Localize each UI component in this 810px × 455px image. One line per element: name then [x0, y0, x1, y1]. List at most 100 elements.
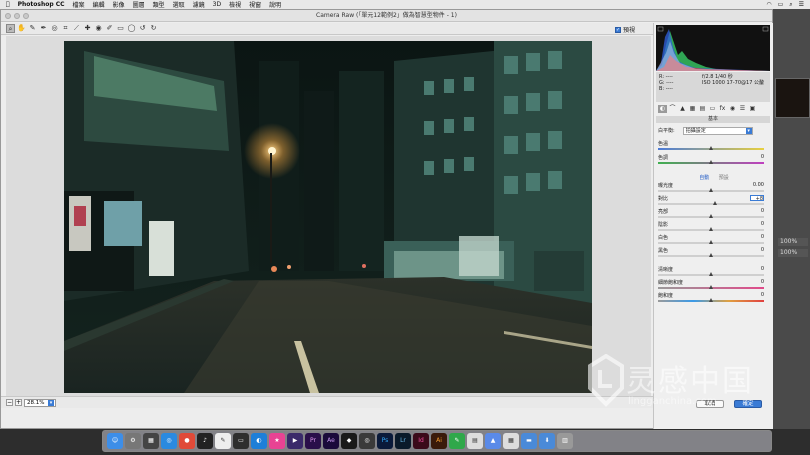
menu-list-icon[interactable]: ☰ [799, 1, 804, 8]
tab-basic-icon[interactable]: ◐ [658, 105, 667, 113]
menu-item-file[interactable]: 檔案 [73, 0, 85, 9]
tab-snapshots-icon[interactable]: ▣ [748, 105, 757, 113]
downloads-icon[interactable]: ⬇ [539, 433, 555, 449]
after-effects-icon[interactable]: Ae [323, 433, 339, 449]
premiere-icon[interactable]: Pr [305, 433, 321, 449]
photoshop-icon[interactable]: Ps [377, 433, 393, 449]
adjustment-brush-icon[interactable]: ✐ [105, 24, 114, 33]
slider-value-field[interactable]: 0 [750, 279, 764, 285]
video-app-icon[interactable]: ▶ [287, 433, 303, 449]
finder-icon[interactable]: ☺ [107, 433, 123, 449]
illustrator-icon[interactable]: Ai [431, 433, 447, 449]
slider-value-field[interactable]: 0 [750, 247, 764, 253]
folder-icon[interactable]: ▬ [521, 433, 537, 449]
slider-handle[interactable] [709, 285, 713, 289]
street-photo[interactable] [64, 41, 592, 393]
menu-item-view[interactable]: 檢視 [229, 0, 241, 9]
slider-value-field[interactable]: 0.00 [750, 182, 764, 188]
slider-value-field[interactable]: 0 [750, 266, 764, 272]
slider-value-field[interactable]: 0 [750, 292, 764, 298]
hand-tool-icon[interactable]: ✋ [17, 24, 26, 33]
launchpad-icon[interactable]: ▦ [143, 433, 159, 449]
star-app-icon[interactable]: ★ [269, 433, 285, 449]
zoom-in-button[interactable]: + [15, 399, 22, 406]
close-window-button[interactable] [5, 13, 11, 19]
slider-handle[interactable] [709, 214, 713, 218]
trash-icon[interactable]: ▥ [557, 433, 573, 449]
menu-item-select[interactable]: 選取 [173, 0, 185, 9]
safari-icon[interactable]: ◎ [161, 433, 177, 449]
slider-handle[interactable] [709, 298, 713, 302]
slider-handle[interactable] [709, 272, 713, 276]
slider-track[interactable] [658, 203, 764, 205]
tab-lens-icon[interactable]: ▭ [708, 105, 717, 113]
color-sampler-icon[interactable]: ✒ [39, 24, 48, 33]
textedit-icon[interactable]: ▦ [503, 433, 519, 449]
menu-item-edit[interactable]: 編輯 [93, 0, 105, 9]
slider-value-field[interactable]: 0 [750, 154, 764, 160]
battery-icon[interactable]: ▭ [778, 1, 784, 8]
lightroom-icon[interactable]: Lr [395, 433, 411, 449]
tab-detail-icon[interactable]: ▲ [678, 105, 687, 113]
slider-handle[interactable] [709, 240, 713, 244]
zoom-level-select[interactable]: 28.1% [24, 398, 56, 407]
graduated-filter-icon[interactable]: ▭ [116, 24, 125, 33]
spot-removal-icon[interactable]: ✚ [83, 24, 92, 33]
settings-icon[interactable]: ⚙ [125, 433, 141, 449]
terminal-icon[interactable]: ▭ [233, 433, 249, 449]
notes-icon[interactable]: ✎ [215, 433, 231, 449]
slider-value-field[interactable]: 0 [750, 208, 764, 214]
globe-icon[interactable]: ◐ [251, 433, 267, 449]
slider-value-field[interactable] [750, 140, 764, 146]
tab-effects-icon[interactable]: fx [718, 105, 727, 113]
radial-filter-icon[interactable]: ◯ [127, 24, 136, 33]
tab-camera-calibration-icon[interactable]: ◉ [728, 105, 737, 113]
slider-handle[interactable] [709, 253, 713, 257]
slider-handle[interactable] [709, 160, 713, 164]
indesign-icon[interactable]: Id [413, 433, 429, 449]
default-link[interactable]: 預設 [719, 175, 729, 181]
red-eye-icon[interactable]: ◉ [94, 24, 103, 33]
menu-item-3d[interactable]: 3D [213, 1, 221, 8]
keynote-icon[interactable]: ▲ [485, 433, 501, 449]
photo-app-icon[interactable]: ◎ [359, 433, 375, 449]
apple-icon[interactable]:  [6, 1, 10, 8]
slider-value-field[interactable]: 0 [750, 221, 764, 227]
menu-item-layer[interactable]: 圖層 [133, 0, 145, 9]
tab-split-toning-icon[interactable]: ▤ [698, 105, 707, 113]
white-balance-select[interactable]: 拍攝設定 [682, 126, 753, 135]
zoom-tool-icon[interactable]: ⌕ [6, 24, 15, 33]
slider-value-field[interactable]: +8 [750, 195, 764, 202]
slider-value-field[interactable]: 0 [750, 234, 764, 240]
crop-tool-icon[interactable]: ⌗ [61, 24, 70, 33]
slider-handle[interactable] [709, 188, 713, 192]
menu-item-image[interactable]: 影像 [113, 0, 125, 9]
tab-hsl-icon[interactable]: ▦ [688, 105, 697, 113]
rotate-left-icon[interactable]: ↺ [138, 24, 147, 33]
menu-item-type[interactable]: 類型 [153, 0, 165, 9]
workspace-thumbnail[interactable] [775, 78, 810, 118]
wifi-icon[interactable]: ◠ [766, 1, 771, 8]
preview-icon[interactable]: ▤ [467, 433, 483, 449]
music-icon[interactable]: ♪ [197, 433, 213, 449]
auto-link[interactable]: 自動 [699, 175, 709, 181]
menu-item-help[interactable]: 說明 [269, 0, 281, 9]
evernote-icon[interactable]: ✎ [449, 433, 465, 449]
tab-tone-curve-icon[interactable]: ⌒ [668, 105, 677, 113]
preview-checkbox[interactable]: ✓ 預視 [615, 25, 635, 34]
white-balance-tool-icon[interactable]: ✎ [28, 24, 37, 33]
zoom-out-button[interactable]: − [6, 399, 13, 406]
chrome-icon[interactable]: ● [179, 433, 195, 449]
straighten-tool-icon[interactable]: ⟋ [72, 24, 81, 33]
zoom-window-button[interactable] [23, 13, 29, 19]
search-icon[interactable]: ⌕ [789, 1, 792, 9]
rotate-right-icon[interactable]: ↻ [149, 24, 158, 33]
tab-presets-icon[interactable]: ☰ [738, 105, 747, 113]
minimize-window-button[interactable] [14, 13, 20, 19]
slider-handle[interactable] [713, 201, 718, 205]
slider-handle[interactable] [709, 146, 713, 150]
targeted-adjust-icon[interactable]: ◎ [50, 24, 59, 33]
menu-app-name[interactable]: Photoshop CC [18, 1, 65, 8]
slider-handle[interactable] [709, 227, 713, 231]
image-canvas[interactable] [6, 36, 651, 396]
